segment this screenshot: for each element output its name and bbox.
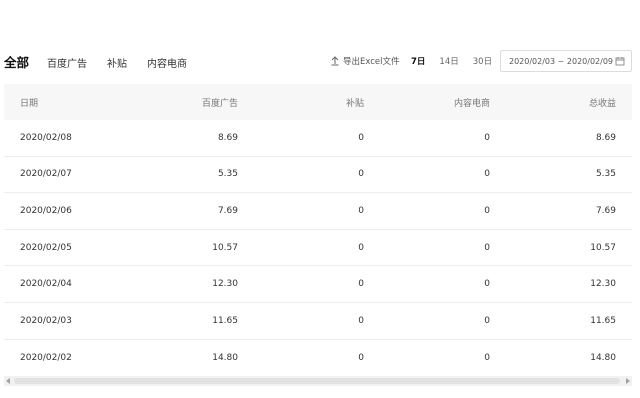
header-total-earnings: 总收益 xyxy=(588,98,616,109)
earnings-table: 日期 百度广告 补贴 内容电商 总收益 2020/02/08 8.69 0 0 … xyxy=(4,84,632,376)
cell-total-earnings: 5.35 xyxy=(595,169,616,180)
cell-date: 2020/02/05 xyxy=(20,242,72,253)
cell-content-ecommerce: 0 xyxy=(484,205,490,216)
cell-content-ecommerce: 0 xyxy=(484,352,490,363)
tab-subsidy[interactable]: 补贴 xyxy=(107,55,127,70)
cell-content-ecommerce: 0 xyxy=(484,279,490,290)
category-tabs: 全部 百度广告 补贴 内容电商 xyxy=(4,52,207,71)
table-row: 2020/02/04 12.30 0 0 12.30 xyxy=(4,266,632,303)
cell-baidu-ads: 7.69 xyxy=(217,205,238,216)
cell-total-earnings: 8.69 xyxy=(595,132,616,143)
table-row: 2020/02/02 14.80 0 0 14.80 xyxy=(4,340,632,377)
cell-subsidy: 0 xyxy=(358,242,364,253)
tab-7-days[interactable]: 7日 xyxy=(411,55,425,67)
cell-baidu-ads: 12.30 xyxy=(212,279,238,290)
cell-date: 2020/02/02 xyxy=(20,352,72,363)
cell-baidu-ads: 14.80 xyxy=(212,352,238,363)
day-range-tabs: 7日 14日 30日 xyxy=(411,55,506,67)
cell-baidu-ads: 5.35 xyxy=(217,169,238,180)
cell-content-ecommerce: 0 xyxy=(484,242,490,253)
cell-date: 2020/02/06 xyxy=(20,205,72,216)
export-excel-button[interactable]: 导出Excel文件 xyxy=(330,55,400,67)
cell-baidu-ads: 8.69 xyxy=(217,132,238,143)
tab-14-days[interactable]: 14日 xyxy=(439,55,458,67)
cell-subsidy: 0 xyxy=(358,205,364,216)
cell-date: 2020/02/04 xyxy=(20,279,72,290)
cell-total-earnings: 7.69 xyxy=(595,205,616,216)
table-row: 2020/02/06 7.69 0 0 7.69 xyxy=(4,193,632,230)
cell-baidu-ads: 11.65 xyxy=(212,315,238,326)
scrollbar-thumb[interactable] xyxy=(14,378,620,384)
export-label: 导出Excel文件 xyxy=(343,57,400,67)
tab-30-days[interactable]: 30日 xyxy=(473,55,492,67)
header-subsidy: 补贴 xyxy=(345,98,364,109)
header-date: 日期 xyxy=(20,98,39,109)
date-range-picker[interactable]: 2020/02/03 ~ 2020/02/09 xyxy=(500,50,632,72)
table-row: 2020/02/08 8.69 0 0 8.69 xyxy=(4,120,632,157)
cell-total-earnings: 12.30 xyxy=(590,279,616,290)
cell-baidu-ads: 10.57 xyxy=(212,242,238,253)
cell-content-ecommerce: 0 xyxy=(484,169,490,180)
cell-content-ecommerce: 0 xyxy=(484,132,490,143)
cell-content-ecommerce: 0 xyxy=(484,315,490,326)
cell-subsidy: 0 xyxy=(358,315,364,326)
cell-total-earnings: 14.80 xyxy=(590,352,616,363)
upload-icon xyxy=(331,56,339,66)
header-content-ecommerce: 内容电商 xyxy=(453,98,490,109)
cell-subsidy: 0 xyxy=(358,132,364,143)
cell-date: 2020/02/08 xyxy=(20,132,72,143)
cell-total-earnings: 10.57 xyxy=(590,242,616,253)
cell-subsidy: 0 xyxy=(358,169,364,180)
cell-date: 2020/02/03 xyxy=(20,315,72,326)
tab-baidu-ads[interactable]: 百度广告 xyxy=(47,55,87,70)
cell-subsidy: 0 xyxy=(358,279,364,290)
table-row: 2020/02/05 10.57 0 0 10.57 xyxy=(4,230,632,267)
table-row: 2020/02/07 5.35 0 0 5.35 xyxy=(4,157,632,194)
tab-content-ecommerce[interactable]: 内容电商 xyxy=(147,55,187,70)
calendar-icon xyxy=(615,57,625,66)
cell-subsidy: 0 xyxy=(358,352,364,363)
header-baidu-ads: 百度广告 xyxy=(201,98,238,109)
scroll-right-icon[interactable] xyxy=(626,378,630,384)
cell-total-earnings: 11.65 xyxy=(590,315,616,326)
cell-date: 2020/02/07 xyxy=(20,169,72,180)
horizontal-scrollbar[interactable] xyxy=(4,376,632,386)
table-row: 2020/02/03 11.65 0 0 11.65 xyxy=(4,303,632,340)
scroll-left-icon[interactable] xyxy=(6,378,10,384)
date-range-value: 2020/02/03 ~ 2020/02/09 xyxy=(509,56,614,66)
table-header: 日期 百度广告 补贴 内容电商 总收益 xyxy=(4,84,632,120)
tab-all[interactable]: 全部 xyxy=(4,52,29,71)
